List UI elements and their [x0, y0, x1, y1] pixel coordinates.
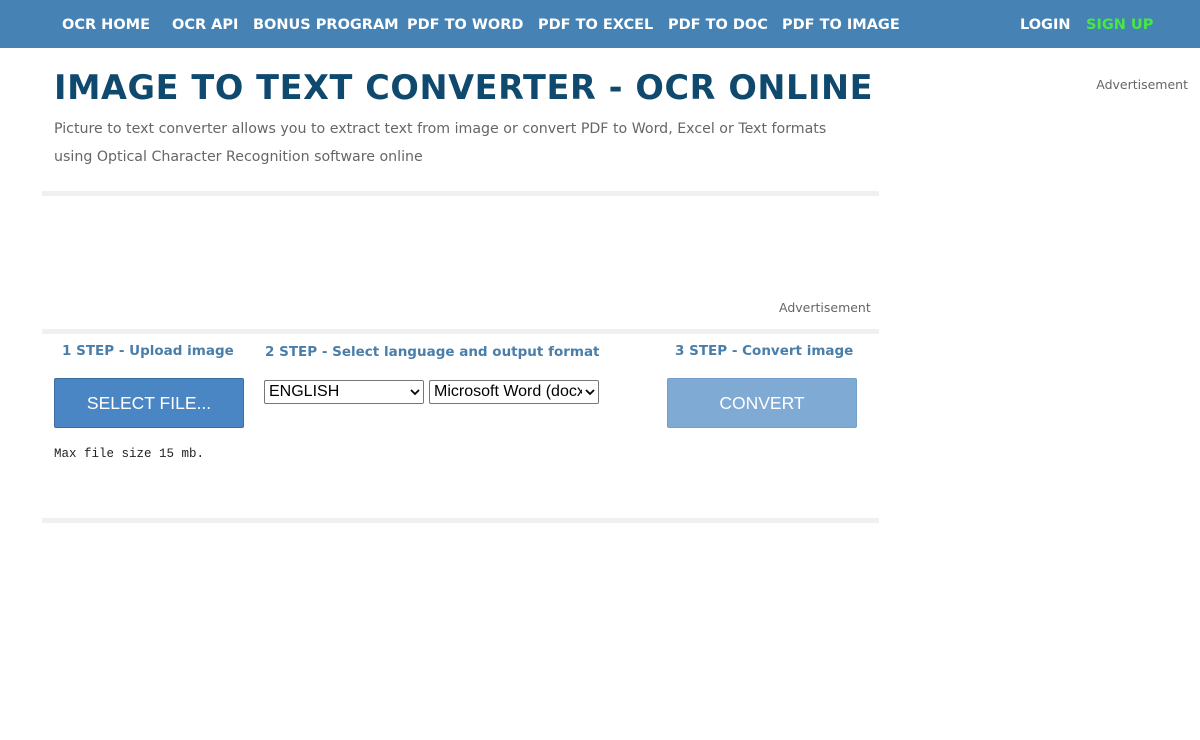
- convert-button[interactable]: CONVERT: [667, 378, 857, 428]
- step-1-label: 1 STEP - Upload image: [62, 343, 234, 359]
- top-navigation: OCR HOME OCR API BONUS PROGRAM PDF TO WO…: [0, 0, 1200, 48]
- signup-link[interactable]: SIGN UP: [1086, 16, 1153, 34]
- step-3-label: 3 STEP - Convert image: [675, 343, 854, 359]
- inline-advertisement-label: Advertisement: [779, 300, 871, 315]
- page-title: IMAGE TO TEXT CONVERTER - OCR ONLINE: [54, 68, 874, 107]
- nav-link-ocr-home[interactable]: OCR HOME: [62, 16, 150, 34]
- section-divider-steps: [42, 329, 879, 334]
- chevron-down-icon: [407, 381, 423, 403]
- language-select-value: ENGLISH: [269, 383, 340, 400]
- sidebar-advertisement-label: Advertisement: [1096, 77, 1188, 92]
- nav-link-bonus-program[interactable]: BONUS PROGRAM: [253, 16, 399, 34]
- nav-link-pdf-to-word[interactable]: PDF TO WORD: [407, 16, 523, 34]
- nav-link-ocr-api[interactable]: OCR API: [172, 16, 238, 34]
- section-divider-bottom: [42, 518, 879, 523]
- nav-link-pdf-to-image[interactable]: PDF TO IMAGE: [782, 16, 900, 34]
- convert-button-label: CONVERT: [719, 392, 805, 413]
- max-file-size-note: Max file size 15 mb.: [54, 447, 205, 461]
- select-file-button-label: SELECT FILE...: [86, 392, 212, 413]
- section-divider-top: [42, 191, 879, 196]
- nav-link-pdf-to-excel[interactable]: PDF TO EXCEL: [538, 16, 653, 34]
- step-2-label: 2 STEP - Select language and output form…: [265, 344, 600, 360]
- select-file-button[interactable]: SELECT FILE...: [54, 378, 244, 428]
- page-description: Picture to text converter allows you to …: [54, 121, 827, 165]
- output-format-select[interactable]: Microsoft Word (docx): [429, 380, 599, 404]
- login-link[interactable]: LOGIN: [1020, 16, 1070, 34]
- nav-link-pdf-to-doc[interactable]: PDF TO DOC: [668, 16, 768, 34]
- chevron-down-icon: [582, 381, 598, 403]
- language-select[interactable]: ENGLISH: [264, 380, 424, 404]
- output-format-select-value: Microsoft Word (docx): [434, 383, 582, 400]
